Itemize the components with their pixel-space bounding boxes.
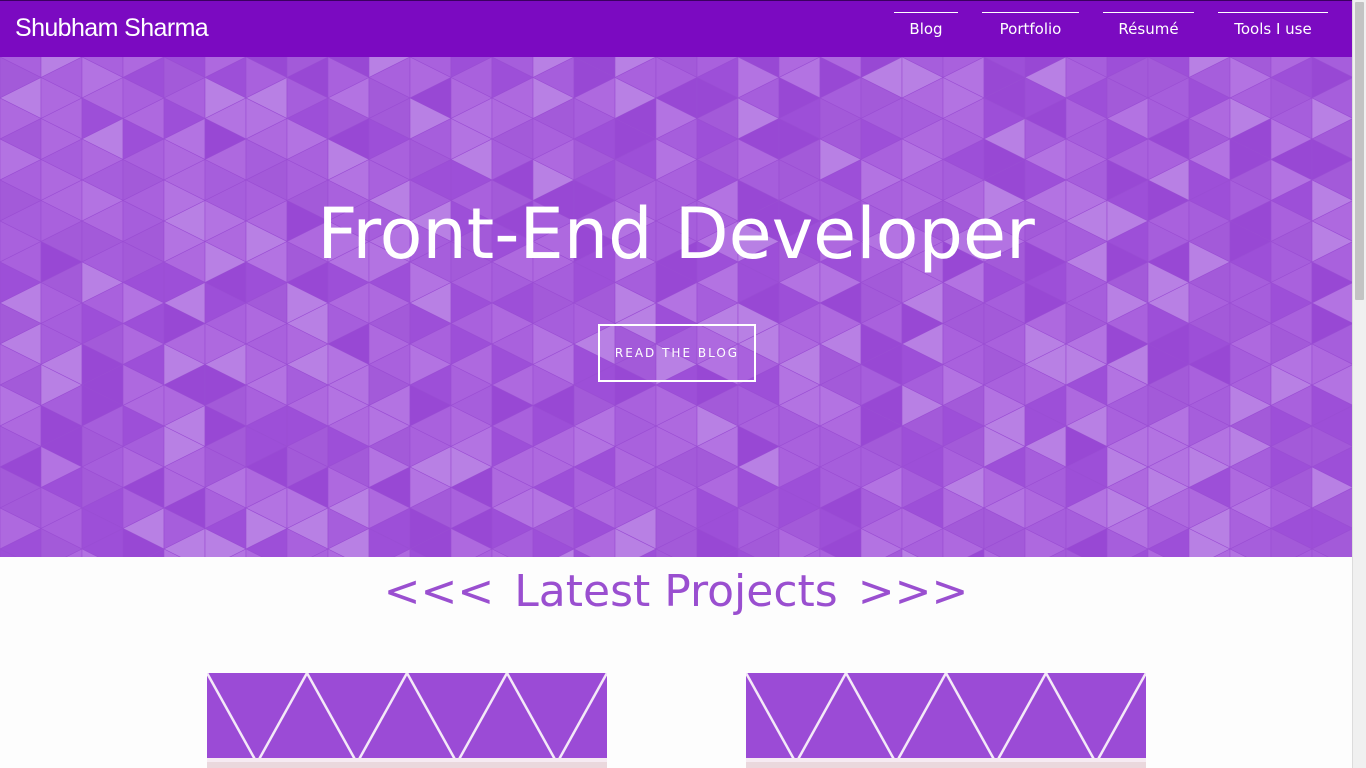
next-projects-arrow[interactable]: >>> [858, 566, 969, 617]
project-card[interactable] [207, 673, 607, 768]
nav-link-portfolio[interactable]: Portfolio [982, 12, 1079, 46]
latest-projects-title: Latest Projects [514, 566, 838, 617]
prev-projects-arrow[interactable]: <<< [384, 566, 495, 617]
top-navbar: Shubham Sharma Blog Portfolio Résumé Too… [0, 0, 1352, 57]
nav-link-tools[interactable]: Tools I use [1218, 12, 1328, 46]
triangle-pattern-background [0, 57, 1352, 557]
project-card[interactable] [746, 673, 1146, 768]
hero-title: Front-End Developer [317, 193, 1035, 275]
page-scrollbar[interactable] [1352, 0, 1366, 768]
read-the-blog-button[interactable]: READ THE BLOG [598, 324, 756, 382]
hero-section: Front-End Developer READ THE BLOG [0, 57, 1352, 557]
project-thumbnail [207, 673, 607, 768]
project-thumbnail [746, 673, 1146, 768]
latest-projects-heading: <<< Latest Projects >>> [0, 566, 1352, 617]
nav-link-blog[interactable]: Blog [894, 12, 958, 46]
main-nav: Blog Portfolio Résumé Tools I use [0, 12, 1352, 52]
nav-link-resume[interactable]: Résumé [1103, 12, 1194, 46]
scrollbar-thumb[interactable] [1355, 2, 1364, 300]
